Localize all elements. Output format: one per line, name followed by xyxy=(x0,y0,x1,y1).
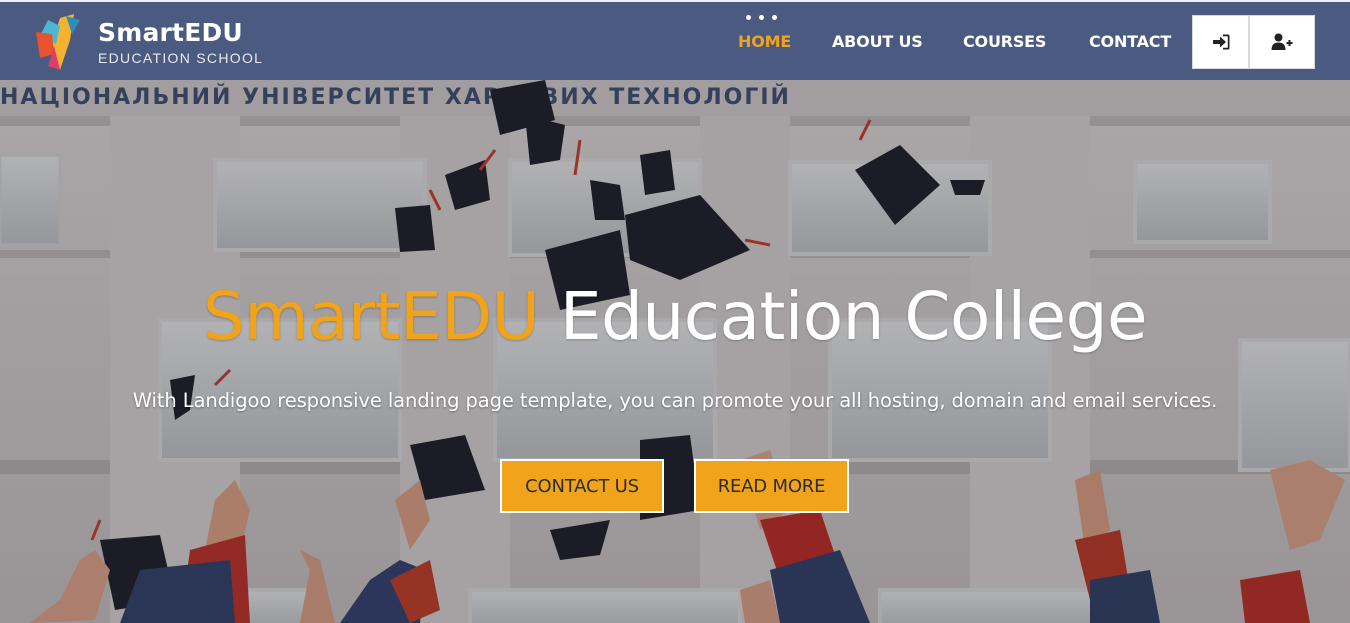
navbar: SmartEDU EDUCATION SCHOOL HOME ABOUT US … xyxy=(0,0,1350,80)
brand[interactable]: SmartEDU EDUCATION SCHOOL xyxy=(30,10,263,74)
nav-home[interactable]: HOME xyxy=(738,32,791,51)
active-indicator-dots xyxy=(746,15,786,21)
contact-us-button[interactable]: CONTACT US xyxy=(500,459,664,513)
register-button[interactable] xyxy=(1249,15,1315,69)
hero-subtitle: With Landigoo responsive landing page te… xyxy=(132,389,1218,412)
brand-tagline: EDUCATION SCHOOL xyxy=(98,50,264,66)
hero-title-rest: Education College xyxy=(539,278,1148,355)
butterfly-logo-icon xyxy=(30,10,92,74)
hero-title-accent: SmartEDU xyxy=(202,278,540,355)
nav-courses[interactable]: COURSES xyxy=(963,32,1046,51)
hero-title: SmartEDU Education College xyxy=(0,277,1350,357)
user-plus-icon xyxy=(1271,33,1293,50)
hero-section: НАЦІОНАЛЬНИЙ УНІВЕРСИТЕТ ХАРЧОВИХ ТЕХНОЛ… xyxy=(0,80,1350,623)
nav-contact[interactable]: CONTACT xyxy=(1089,32,1171,51)
login-button[interactable] xyxy=(1192,15,1249,69)
sign-in-icon xyxy=(1212,34,1229,50)
read-more-button[interactable]: READ MORE xyxy=(694,459,849,513)
brand-name: SmartEDU xyxy=(98,18,243,47)
nav-about-us[interactable]: ABOUT US xyxy=(832,32,923,51)
